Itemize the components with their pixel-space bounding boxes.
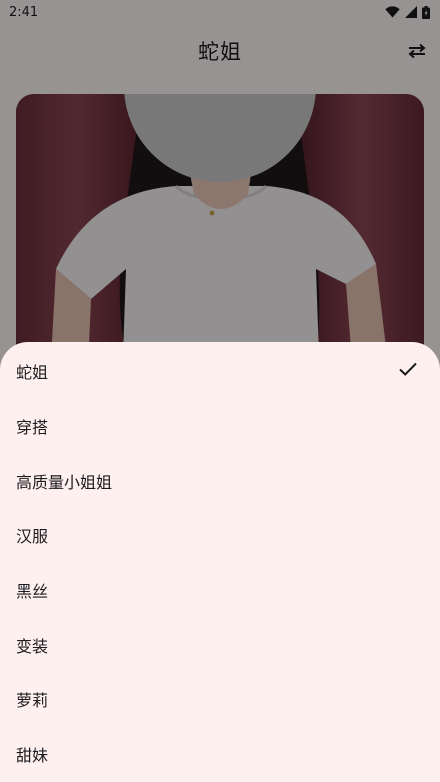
- sheet-item-3[interactable]: 汉服: [0, 508, 440, 563]
- sheet-item-label: 蛇姐: [16, 363, 49, 383]
- sheet-item-label: 变装: [16, 636, 49, 656]
- sheet-item-label: 黑丝: [16, 582, 49, 602]
- sheet-item-1[interactable]: 穿搭: [0, 399, 440, 454]
- sheet-item-label: 穿搭: [16, 418, 49, 438]
- sheet-item-label: 甜妹: [16, 746, 49, 766]
- sheet-item-2[interactable]: 高质量小姐姐: [0, 453, 440, 508]
- sheet-item-label: 萝莉: [16, 691, 49, 711]
- sheet-item-6[interactable]: 萝莉: [0, 672, 440, 727]
- sheet-item-4[interactable]: 黑丝: [0, 563, 440, 618]
- sheet-item-7[interactable]: 甜妹: [0, 727, 440, 782]
- sheet-item-label: 高质量小姐姐: [16, 472, 113, 492]
- sheet-item-label: 汉服: [16, 527, 49, 547]
- category-bottom-sheet: 蛇姐 穿搭 高质量小姐姐 汉服 黑丝 变装 萝莉 甜妹: [0, 342, 440, 782]
- sheet-item-5[interactable]: 变装: [0, 617, 440, 672]
- sheet-item-0[interactable]: 蛇姐: [0, 344, 440, 399]
- check-icon: [399, 362, 417, 376]
